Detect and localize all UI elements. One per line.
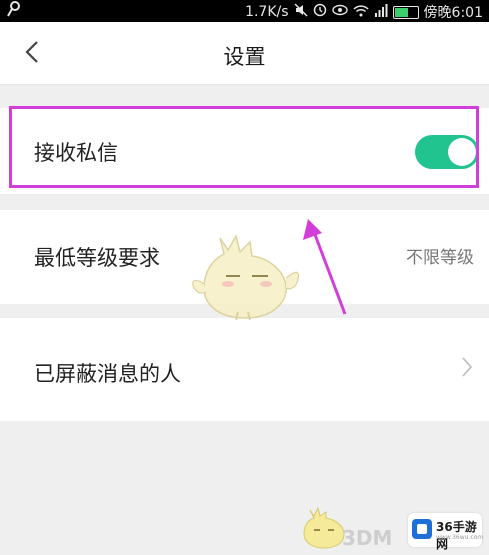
- chevron-right-icon: [461, 356, 473, 378]
- toggle-knob: [448, 138, 476, 166]
- mute-icon: [294, 3, 308, 21]
- watermark-badge: 36手游网 www.36wu.com: [408, 513, 484, 551]
- eye-icon: [331, 4, 348, 20]
- status-bar: 1.7K/s 傍晚6:01: [0, 0, 489, 22]
- setting-label: 最低等级要求: [34, 246, 160, 270]
- signal-icon: [374, 3, 388, 21]
- watermark-3dm: 3DM: [342, 526, 393, 550]
- network-speed: 1.7K/s: [245, 4, 289, 20]
- wifi-icon: [353, 4, 369, 21]
- clock: 傍晚6:01: [423, 5, 483, 21]
- setting-blocked-users[interactable]: 已屏蔽消息的人: [0, 318, 489, 421]
- page-title: 设置: [223, 45, 266, 69]
- badge-logo-icon: [412, 519, 432, 539]
- status-icons: 1.7K/s 傍晚6:01: [245, 2, 483, 22]
- battery-icon: [392, 5, 419, 19]
- header: 设置: [0, 22, 489, 85]
- mascot-image: [190, 228, 302, 322]
- setting-value: 不限等级: [406, 248, 474, 268]
- setting-label: 已屏蔽消息的人: [34, 362, 181, 386]
- receive-messages-toggle[interactable]: [415, 135, 479, 169]
- setting-label: 接收私信: [34, 141, 118, 165]
- setting-receive-messages: 接收私信: [0, 108, 489, 194]
- badge-sub: www.36wu.com: [436, 534, 484, 541]
- alarm-icon: [313, 3, 327, 21]
- key-icon: [6, 1, 20, 23]
